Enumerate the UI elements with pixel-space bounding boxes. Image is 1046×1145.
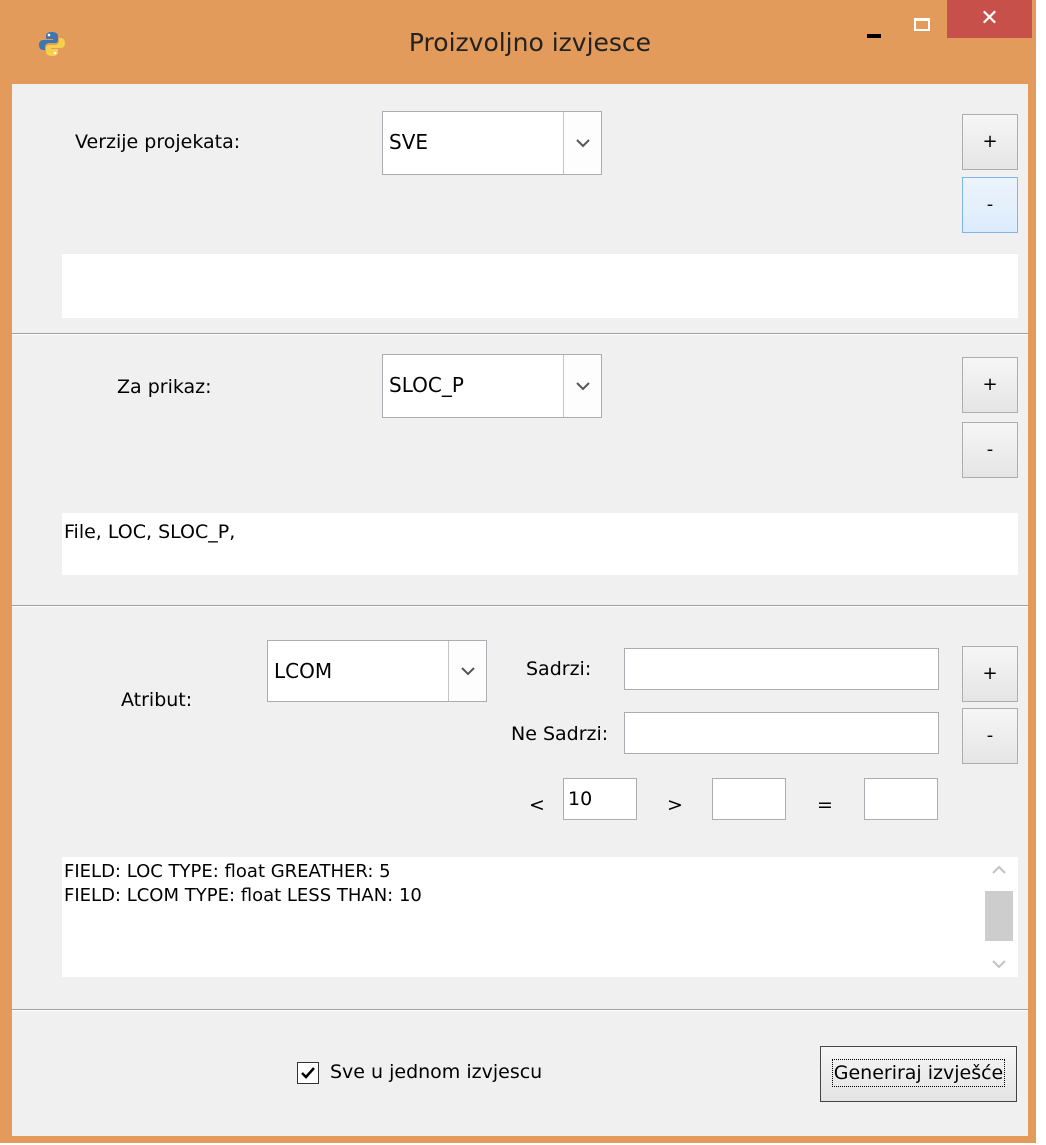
section-divider [12, 333, 1028, 335]
versions-add-button[interactable]: + [962, 114, 1018, 170]
chevron-down-icon[interactable] [563, 355, 601, 417]
greater-than-input[interactable] [712, 778, 786, 820]
display-list[interactable]: File, LOC, SLOC_P, [62, 513, 1018, 575]
title-bar[interactable]: Proizvoljno izvjesce ✕ [0, 0, 1036, 85]
less-than-label: < [529, 794, 545, 816]
close-button[interactable]: ✕ [947, 0, 1032, 38]
equal-input[interactable] [864, 778, 938, 820]
single-report-label[interactable]: Sve u jednom izvjescu [330, 1061, 542, 1083]
list-item[interactable]: FIELD: LCOM TYPE: float LESS THAN: 10 [64, 885, 422, 906]
section-divider [12, 605, 1028, 607]
section-divider [12, 1009, 1028, 1011]
less-than-input[interactable] [563, 778, 637, 820]
attribute-combo-value: LCOM [274, 659, 333, 683]
window-title: Proizvoljno izvjesce [408, 28, 652, 57]
chevron-up-icon[interactable] [992, 865, 1006, 875]
vertical-scrollbar[interactable] [980, 857, 1018, 977]
list-item[interactable]: FIELD: LOC TYPE: float GREATHER: 5 [64, 861, 391, 882]
generate-report-label: Generiraj izvješće [831, 1059, 1006, 1087]
chevron-down-icon[interactable] [992, 959, 1006, 969]
display-combo-value: SLOC_P [389, 373, 464, 397]
minimize-button[interactable] [850, 8, 896, 46]
chevron-down-icon[interactable] [448, 641, 486, 701]
scrollbar-thumb[interactable] [985, 891, 1013, 941]
greater-than-label: > [667, 794, 683, 816]
python-icon [38, 30, 66, 58]
single-report-checkbox[interactable] [297, 1062, 319, 1084]
client-area: Verzije projekata: SVE + - Za prikaz: SL… [12, 84, 1028, 1136]
maximize-button[interactable] [900, 8, 946, 46]
close-icon: ✕ [980, 6, 999, 31]
conditions-list[interactable]: FIELD: LOC TYPE: float GREATHER: 5 FIELD… [62, 857, 1018, 977]
checkmark-icon [301, 1067, 315, 1079]
not-contains-input[interactable] [624, 712, 939, 754]
versions-combo-value: SVE [389, 130, 429, 154]
contains-input[interactable] [624, 648, 939, 690]
display-remove-button[interactable]: - [962, 422, 1018, 478]
filter-add-button[interactable]: + [962, 646, 1018, 702]
versions-label: Verzije projekata: [75, 131, 241, 153]
app-window: Proizvoljno izvjesce ✕ Verzije projekata… [0, 0, 1036, 1143]
filter-remove-button[interactable]: - [962, 708, 1018, 764]
equal-label: = [817, 794, 833, 816]
display-add-button[interactable]: + [962, 357, 1018, 413]
display-label: Za prikaz: [117, 376, 212, 398]
attribute-combo[interactable]: LCOM [267, 640, 487, 702]
chevron-down-icon[interactable] [563, 112, 601, 174]
contains-label: Sadrzi: [526, 658, 592, 680]
attribute-label: Atribut: [121, 689, 193, 711]
not-contains-label: Ne Sadrzi: [511, 723, 609, 745]
versions-combo[interactable]: SVE [382, 111, 602, 175]
versions-list[interactable] [62, 254, 1018, 318]
display-combo[interactable]: SLOC_P [382, 354, 602, 418]
generate-report-button[interactable]: Generiraj izvješće [820, 1046, 1017, 1102]
versions-remove-button[interactable]: - [962, 177, 1018, 233]
